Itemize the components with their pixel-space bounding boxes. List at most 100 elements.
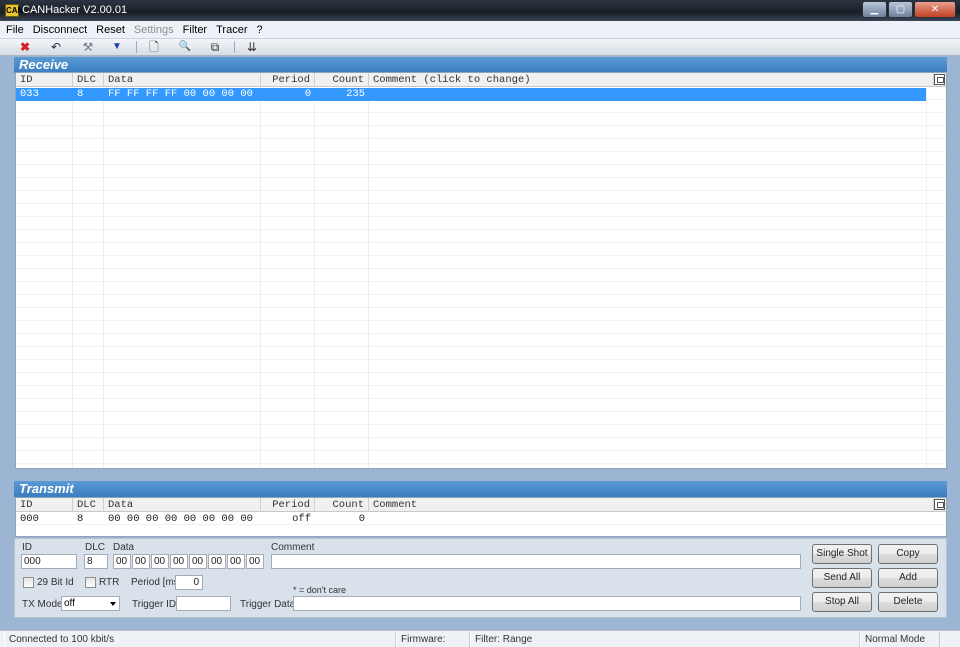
toolbar-separator (234, 41, 235, 53)
add-button[interactable]: Add (878, 568, 938, 588)
row-dlc: 8 (77, 88, 84, 100)
expand-icon[interactable] (934, 499, 945, 510)
filter-icon[interactable]: ▼ (109, 40, 125, 54)
data-byte-input[interactable]: 00 (132, 554, 150, 569)
receive-grid: ID DLC Data Period Count Comment (click … (15, 72, 947, 469)
dlc-label: DLC (85, 542, 106, 553)
id-input[interactable]: 000 (21, 554, 77, 569)
chevron-down-icon (110, 602, 116, 606)
table-row[interactable]: 000 8 00 00 00 00 00 00 00 00 off 0 (16, 513, 926, 526)
trigger-data-label: Trigger Data (240, 599, 296, 610)
29bit-checkbox[interactable] (23, 577, 34, 588)
data-byte-input[interactable]: 00 (208, 554, 226, 569)
row-comment (369, 513, 926, 526)
menu-disconnect[interactable]: Disconnect (33, 24, 87, 36)
settings-icon[interactable]: ⚒ (80, 40, 96, 54)
minimize-button[interactable]: ▁ (862, 1, 887, 18)
menu-help[interactable]: ? (256, 24, 262, 36)
row-data: 00 00 00 00 00 00 00 00 (108, 513, 253, 525)
expand-icon[interactable] (934, 74, 945, 85)
period-input[interactable]: 0 (175, 575, 203, 590)
transmit-header: Transmit (14, 481, 947, 497)
dlc-input[interactable]: 8 (84, 554, 108, 569)
app-icon: CAN (5, 4, 24, 17)
col-dlc[interactable]: DLC (73, 498, 104, 512)
menu-tracer[interactable]: Tracer (216, 24, 247, 36)
row-count: 235 (346, 88, 365, 100)
col-data[interactable]: Data (104, 73, 261, 87)
row-id: 000 (20, 513, 39, 525)
col-comment[interactable]: Comment (369, 498, 934, 512)
close-button[interactable]: ✕ (914, 1, 956, 18)
title-bar: CAN CANHacker V2.00.01 ▁ ▢ ✕ (0, 0, 960, 21)
status-bar: Connected to 100 kbit/s Firmware: V1.01 … (0, 630, 960, 647)
transmit-editor: ID 000 DLC 8 Data 00 00 00 00 00 00 00 0… (14, 538, 947, 618)
single-shot-button[interactable]: Single Shot (812, 544, 872, 564)
col-count[interactable]: Count (315, 498, 369, 512)
col-period[interactable]: Period (261, 498, 315, 512)
row-period: 0 (304, 88, 311, 100)
maximize-button[interactable]: ▢ (888, 1, 913, 18)
col-id[interactable]: ID (16, 73, 73, 87)
txmode-select[interactable]: off (61, 596, 120, 611)
send-all-button[interactable]: Send All (812, 568, 872, 588)
col-count[interactable]: Count (315, 73, 369, 87)
disconnect-icon[interactable]: ✖ (17, 40, 33, 54)
status-firmware: Firmware: V1.01 (396, 632, 470, 647)
trigger-id-input[interactable] (176, 596, 231, 611)
new-file-icon[interactable]: 🗋 (146, 40, 162, 54)
status-filter: Filter: Range (470, 632, 860, 647)
row-data: FF FF FF FF 00 00 00 00 (108, 88, 253, 100)
txmode-label: TX Mode (22, 599, 63, 610)
receive-header: Receive (14, 57, 947, 73)
data-label: Data (113, 542, 135, 553)
dont-care-note: * = don't care (293, 585, 347, 595)
reset-icon[interactable]: ↶ (48, 40, 64, 54)
delete-button[interactable]: Delete (878, 592, 938, 612)
trigger-data-input[interactable] (293, 596, 801, 611)
status-mode: Normal Mode (860, 632, 940, 647)
row-id: 033 (20, 88, 39, 100)
rtr-checkbox[interactable] (85, 577, 96, 588)
copy-button[interactable]: Copy (878, 544, 938, 564)
row-comment[interactable] (369, 88, 926, 101)
data-byte-input[interactable]: 00 (113, 554, 131, 569)
menu-bar: File Disconnect Reset Settings Filter Tr… (0, 21, 960, 39)
toolbar-separator (136, 41, 137, 53)
window-title: CANHacker V2.00.01 (22, 4, 128, 16)
col-data[interactable]: Data (104, 498, 261, 512)
data-byte-input[interactable]: 00 (151, 554, 169, 569)
data-byte-input[interactable]: 00 (246, 554, 264, 569)
open-file-icon[interactable]: 🔍 (177, 40, 193, 54)
status-connection: Connected to 100 kbit/s (4, 632, 396, 647)
row-dlc: 8 (77, 513, 84, 525)
comment-label: Comment (271, 542, 315, 553)
stop-all-button[interactable]: Stop All (812, 592, 872, 612)
trigger-id-label: Trigger ID (132, 599, 177, 610)
txmode-value: off (64, 598, 75, 609)
copy-icon[interactable]: ⧉ (207, 40, 223, 54)
29bit-label: 29 Bit Id (37, 577, 74, 588)
data-byte-input[interactable]: 00 (189, 554, 207, 569)
col-comment[interactable]: Comment (click to change) (369, 73, 934, 87)
export-icon[interactable]: ⇊ (244, 40, 260, 54)
receive-grid-header: ID DLC Data Period Count Comment (click … (16, 73, 946, 87)
menu-filter[interactable]: Filter (183, 24, 207, 36)
id-label: ID (22, 542, 32, 553)
comment-input[interactable] (271, 554, 801, 569)
menu-reset[interactable]: Reset (96, 24, 125, 36)
col-dlc[interactable]: DLC (73, 73, 104, 87)
col-id[interactable]: ID (16, 498, 73, 512)
menu-file[interactable]: File (6, 24, 24, 36)
transmit-grid: ID DLC Data Period Count Comment 000 8 0… (15, 497, 947, 537)
transmit-grid-header: ID DLC Data Period Count Comment (16, 498, 946, 512)
menu-settings[interactable]: Settings (134, 24, 174, 36)
table-row[interactable]: 033 8 FF FF FF FF 00 00 00 00 0 235 (16, 88, 926, 101)
period-label: Period [ms] (131, 577, 182, 588)
row-period: off (292, 513, 311, 525)
data-byte-input[interactable]: 00 (170, 554, 188, 569)
col-period[interactable]: Period (261, 73, 315, 87)
toolbar: ✖ ↶ ⚒ ▼ 🗋 🔍 ⧉ ⇊ (0, 39, 960, 56)
rtr-label: RTR (99, 577, 120, 588)
data-byte-input[interactable]: 00 (227, 554, 245, 569)
